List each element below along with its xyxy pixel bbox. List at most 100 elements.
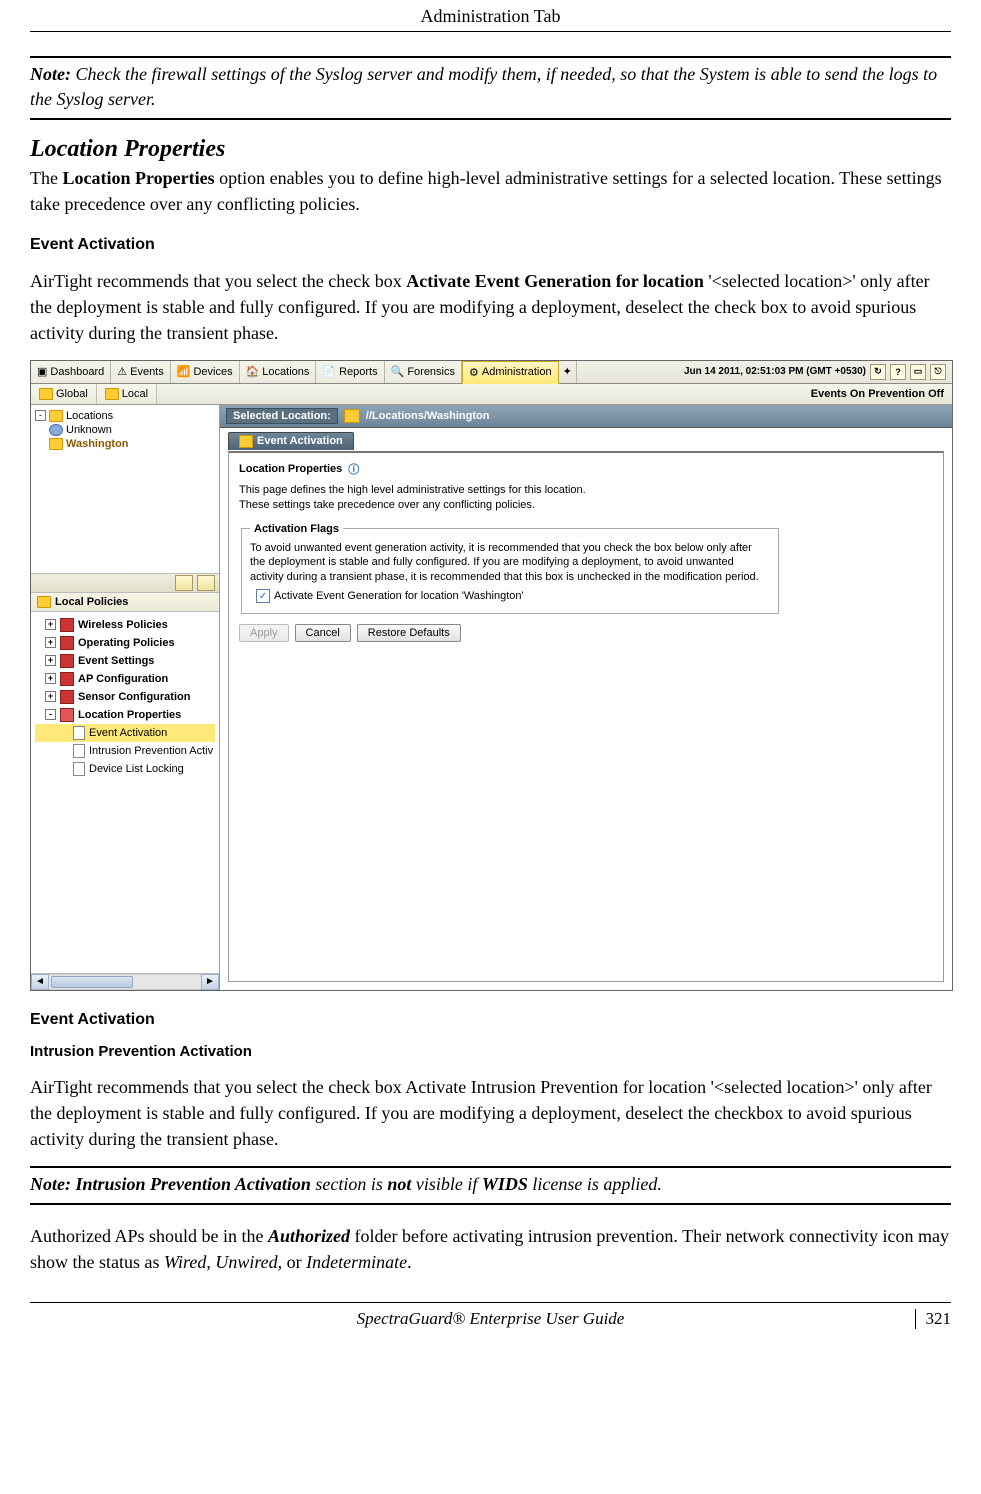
app-scope-toolbar: Global Local Events On Prevention Off [31,384,952,405]
activate-event-generation-checkbox[interactable]: ✓ [256,589,270,603]
expand-icon[interactable]: + [45,673,56,684]
scroll-track[interactable] [49,974,201,990]
globe-icon [49,424,63,436]
activation-flags-fieldset: Activation Flags To avoid unwanted event… [241,523,779,615]
events-icon: ⚠ [117,365,127,378]
header-rule [30,31,951,32]
event-activation-para: AirTight recommends that you select the … [30,268,951,346]
expand-icon[interactable]: + [45,655,56,666]
collapse-icon[interactable]: - [35,410,46,421]
tab-reports[interactable]: 📄Reports [316,361,384,383]
policy-child-event-activation[interactable]: Event Activation [35,724,215,742]
tab-events[interactable]: ⚠Events [111,361,171,383]
policy-icon [60,708,74,722]
refresh-icon[interactable]: ↻ [870,364,886,380]
timestamp: Jun 14 2011, 02:51:03 PM (GMT +0530) [684,366,866,377]
scroll-right-arrow-icon[interactable]: ► [201,974,219,990]
policy-operating[interactable]: +Operating Policies [35,634,215,652]
note-intrusion-wids: Note: Intrusion Prevention Activation se… [30,1166,951,1205]
tab-devices[interactable]: 📶Devices [171,361,240,383]
policy-ap-config[interactable]: +AP Configuration [35,670,215,688]
scroll-thumb[interactable] [51,976,133,988]
policy-icon [60,672,74,686]
policy-icon [60,654,74,668]
app-top-tabs: ▣Dashboard ⚠Events 📶Devices 🏠Locations 📄… [31,361,952,384]
scroll-left-arrow-icon[interactable]: ◄ [31,974,49,990]
figure-caption-event-activation: Event Activation [30,1011,951,1029]
section-location-properties-para: The Location Properties option enables y… [30,165,951,217]
policy-child-device-list-locking[interactable]: Device List Locking [35,760,215,778]
folder-icon [37,596,51,608]
authorized-aps-para: Authorized APs should be in the Authoriz… [30,1223,951,1275]
policy-child-intrusion-prevention[interactable]: Intrusion Prevention Activ [35,742,215,760]
house-icon [239,435,253,448]
folder-icon [49,438,63,450]
events-prevention-status: Events On Prevention Off [803,388,952,400]
policy-tree: +Wireless Policies +Operating Policies +… [31,612,219,973]
intrusion-prevention-para: AirTight recommends that you select the … [30,1074,951,1152]
tree-node-locations[interactable]: - Locations [35,409,215,423]
local-policies-header: Local Policies [31,593,219,612]
expand-icon[interactable]: + [45,637,56,648]
apply-button[interactable]: Apply [239,624,289,642]
policy-sensor-config[interactable]: +Sensor Configuration [35,688,215,706]
fieldset-text: To avoid unwanted event generation activ… [250,541,770,586]
selected-location-path: //Locations/Washington [366,410,490,422]
panel-button-row: Apply Cancel Restore Defaults [239,624,933,642]
sparkle-icon: ✦ [563,365,572,378]
panel-title: Location Properties ⓘ [239,461,933,477]
folder-icon [39,388,53,400]
top-right-status: Jun 14 2011, 02:51:03 PM (GMT +0530) ↻ ?… [678,361,952,383]
house-icon [344,409,360,423]
policy-icon [60,690,74,704]
dashboard-icon: ▣ [37,365,47,378]
selected-location-label: Selected Location: [226,408,338,424]
expand-icon[interactable]: + [45,691,56,702]
tab-extra-icon[interactable]: ✦ [559,361,577,383]
forensics-icon: 🔍 [391,365,405,378]
tab-locations[interactable]: 🏠Locations [240,361,317,383]
devices-icon: 📶 [177,365,191,378]
scope-global-button[interactable]: Global [31,384,97,404]
locations-icon: 🏠 [246,365,260,378]
restore-defaults-button[interactable]: Restore Defaults [357,624,461,642]
reports-icon: 📄 [322,365,336,378]
selected-location-bar: Selected Location: //Locations/Washingto… [220,405,952,428]
administration-icon: ⚙ [469,366,479,379]
policy-icon [60,636,74,650]
collapse-icon[interactable]: - [45,709,56,720]
tab-administration[interactable]: ⚙Administration [462,361,559,384]
event-activation-tab[interactable]: Event Activation [228,432,354,450]
info-icon[interactable]: ⓘ [348,461,359,477]
expand-icon[interactable]: + [45,619,56,630]
left-horizontal-scrollbar[interactable]: ◄ ► [31,973,219,990]
tab-dashboard[interactable]: ▣Dashboard [31,361,111,383]
tree-tool-2[interactable] [197,575,215,591]
tab-forensics[interactable]: 🔍Forensics [385,361,462,383]
policy-wireless[interactable]: +Wireless Policies [35,616,215,634]
panel-description: This page defines the high level adminis… [239,483,933,513]
app-right-panel: Selected Location: //Locations/Washingto… [220,405,952,990]
document-icon [73,726,85,740]
note-firewall: Note: Check the firewall settings of the… [30,56,951,120]
window-icon[interactable]: ▭ [910,364,926,380]
tree-node-unknown[interactable]: Unknown [35,423,215,437]
logout-icon[interactable]: ⎋ [930,364,946,380]
app-left-panel: - Locations Unknown Washington [31,405,220,990]
event-activation-heading: Event Activation [30,236,951,254]
tree-node-washington[interactable]: Washington [35,437,215,451]
event-activation-panel: Location Properties ⓘ This page defines … [228,451,944,982]
location-tree-toolbar [31,573,219,593]
tree-tool-1[interactable] [175,575,193,591]
scope-local-button[interactable]: Local [97,384,157,404]
note-label: Note: [30,64,71,84]
fieldset-legend: Activation Flags [250,523,343,535]
policy-icon [60,618,74,632]
cancel-button[interactable]: Cancel [295,624,351,642]
policy-location-properties[interactable]: -Location Properties [35,706,215,724]
location-tree: - Locations Unknown Washington [31,405,219,573]
policy-event-settings[interactable]: +Event Settings [35,652,215,670]
page-footer: SpectraGuard® Enterprise User Guide 321 [30,1302,951,1329]
page-header-title: Administration Tab [30,0,951,31]
help-icon[interactable]: ? [890,364,906,380]
